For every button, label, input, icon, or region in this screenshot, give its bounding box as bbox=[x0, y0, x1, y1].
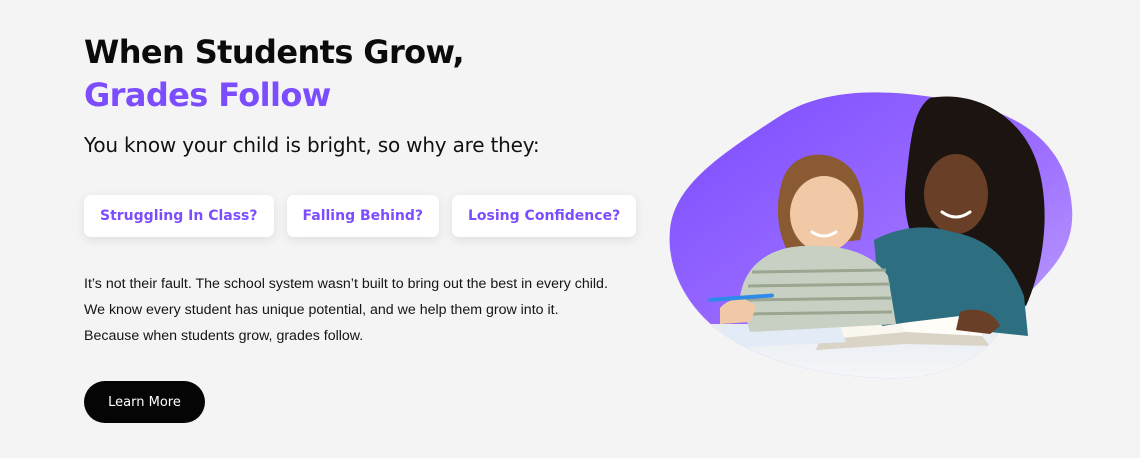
hero-body-copy: It’s not their fault. The school system … bbox=[84, 271, 664, 349]
tutor-face bbox=[924, 154, 988, 234]
learn-more-button[interactable]: Learn More bbox=[84, 381, 205, 423]
body-line-2: We know every student has unique potenti… bbox=[84, 302, 559, 318]
hero-image bbox=[660, 86, 1090, 386]
student-face bbox=[790, 176, 858, 252]
chip-falling-behind[interactable]: Falling Behind? bbox=[286, 195, 440, 237]
hero-section: When Students Grow, Grades Follow You kn… bbox=[0, 0, 1140, 458]
chip-losing-confidence[interactable]: Losing Confidence? bbox=[452, 195, 637, 237]
tutoring-photo-illustration bbox=[669, 92, 1073, 379]
hero-subheading: You know your child is bright, so why ar… bbox=[84, 133, 540, 157]
heading-line-2-accent: Grades Follow bbox=[84, 76, 331, 114]
hero-heading: When Students Grow, Grades Follow bbox=[84, 31, 465, 117]
problem-chips: Struggling In Class? Falling Behind? Los… bbox=[84, 195, 637, 237]
body-line-3: Because when students grow, grades follo… bbox=[84, 328, 364, 344]
body-line-1: It’s not their fault. The school system … bbox=[84, 276, 608, 292]
heading-line-1: When Students Grow, bbox=[84, 33, 465, 71]
chip-struggling-in-class[interactable]: Struggling In Class? bbox=[84, 195, 274, 237]
